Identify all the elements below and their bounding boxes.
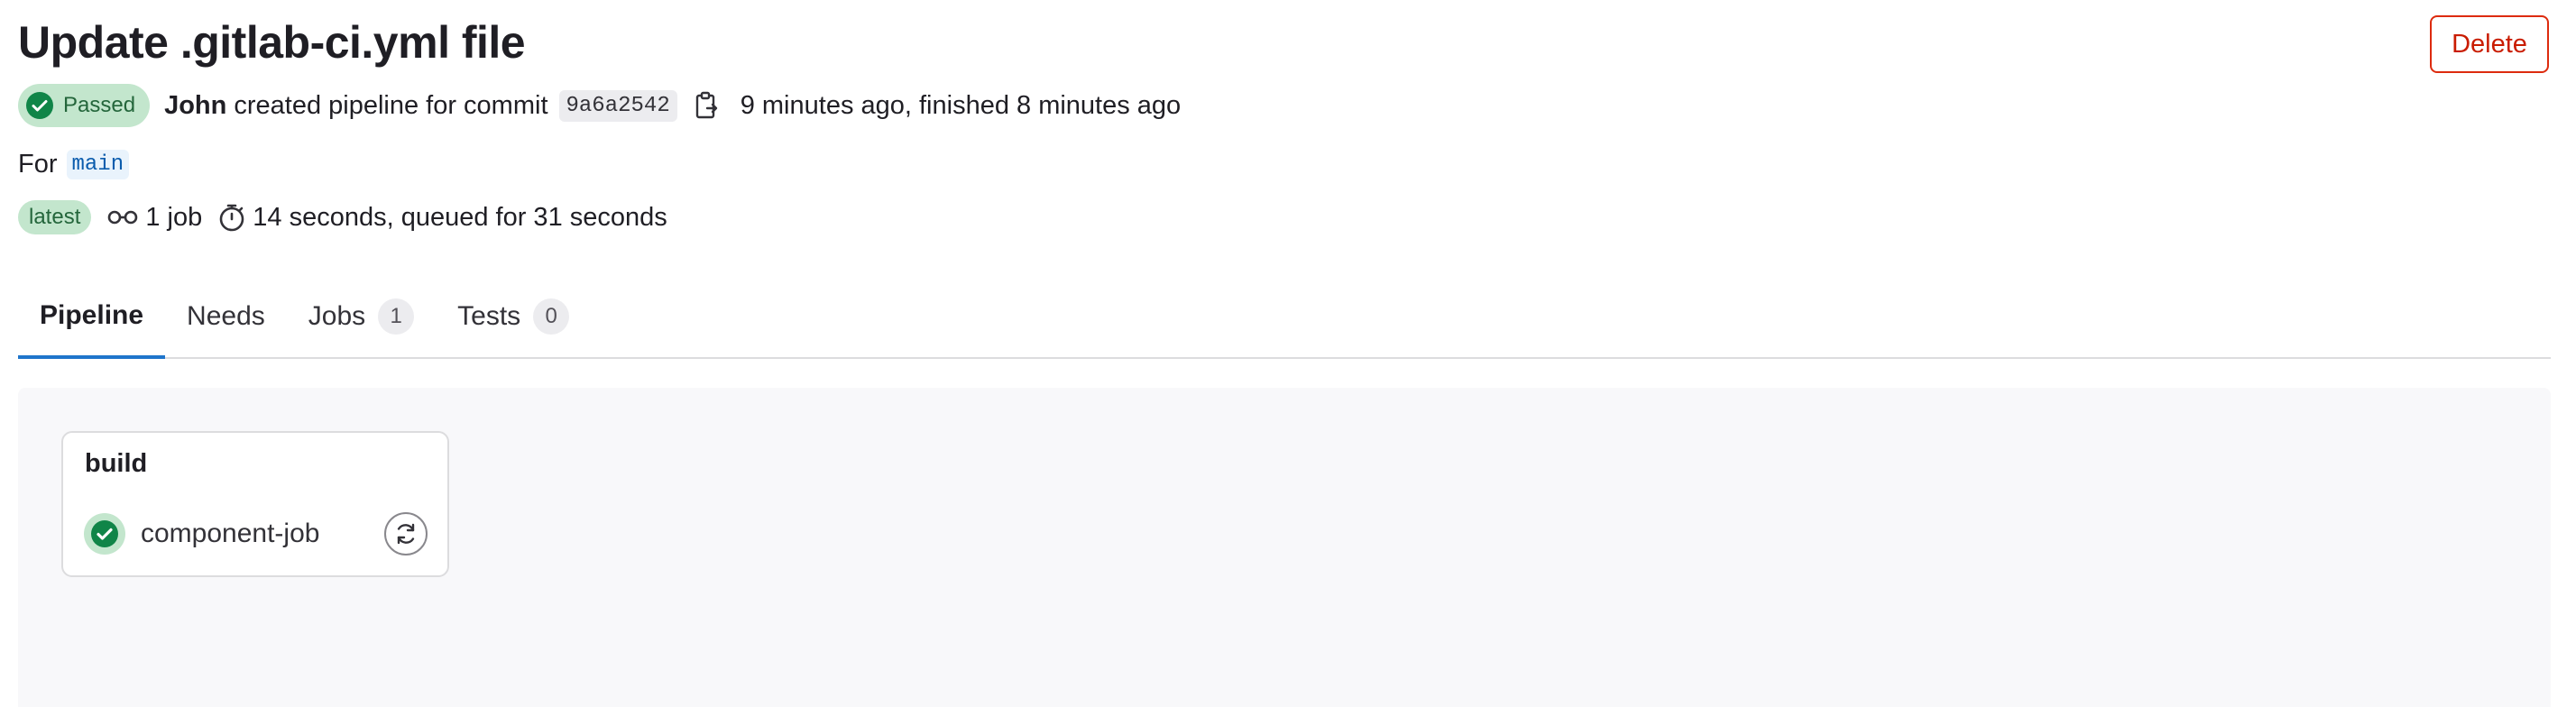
check-circle-icon xyxy=(26,92,53,119)
tab-label: Pipeline xyxy=(40,300,144,330)
tab-tests[interactable]: Tests 0 xyxy=(436,276,591,357)
tab-count-badge: 0 xyxy=(533,298,570,335)
status-badge[interactable]: Passed xyxy=(18,84,151,127)
timer-icon xyxy=(219,204,244,232)
job-item[interactable]: component-job xyxy=(83,512,319,556)
pipeline-jobs-icon xyxy=(108,210,138,225)
pipeline-summary: Passed John created pipeline for commit … xyxy=(18,83,1181,128)
stage-name: build xyxy=(85,449,148,478)
latest-badge: latest xyxy=(18,200,92,234)
branch-link[interactable]: main xyxy=(66,149,130,179)
pipeline-tabs: Pipeline Needs Jobs 1 Tests 0 xyxy=(18,276,2551,359)
tab-pipeline[interactable]: Pipeline xyxy=(18,276,166,359)
pipeline-ref: For main xyxy=(18,144,130,184)
tab-label: Needs xyxy=(187,301,265,331)
check-circle-icon xyxy=(84,513,125,555)
status-label: Passed xyxy=(63,93,136,117)
tab-jobs[interactable]: Jobs 1 xyxy=(287,276,436,357)
copy-to-clipboard-icon[interactable] xyxy=(694,90,721,121)
tab-count-badge: 1 xyxy=(378,298,415,335)
for-label: For xyxy=(18,149,58,179)
delete-button[interactable]: Delete xyxy=(2430,15,2549,73)
created-text: created pipeline for commit xyxy=(234,90,548,120)
tab-label: Tests xyxy=(457,301,521,331)
retry-icon xyxy=(397,523,415,545)
pipeline-timing: 9 minutes ago, finished 8 minutes ago xyxy=(740,90,1182,120)
stage-column: build component-job xyxy=(61,431,449,577)
page-title: Update .gitlab-ci.yml file xyxy=(18,17,526,68)
pipeline-graph: build component-job xyxy=(18,388,2551,707)
pipeline-meta: latest 1 job 14 seconds, queued for 31 s… xyxy=(18,195,667,240)
tab-needs[interactable]: Needs xyxy=(165,276,287,357)
job-name: component-job xyxy=(141,519,320,548)
jobs-count: 1 job xyxy=(145,202,203,232)
author-name[interactable]: John xyxy=(164,91,226,121)
duration-text: 14 seconds, queued for 31 seconds xyxy=(253,202,667,232)
tab-label: Jobs xyxy=(308,301,366,331)
retry-button[interactable] xyxy=(384,512,428,556)
commit-sha[interactable]: 9a6a2542 xyxy=(558,89,677,122)
